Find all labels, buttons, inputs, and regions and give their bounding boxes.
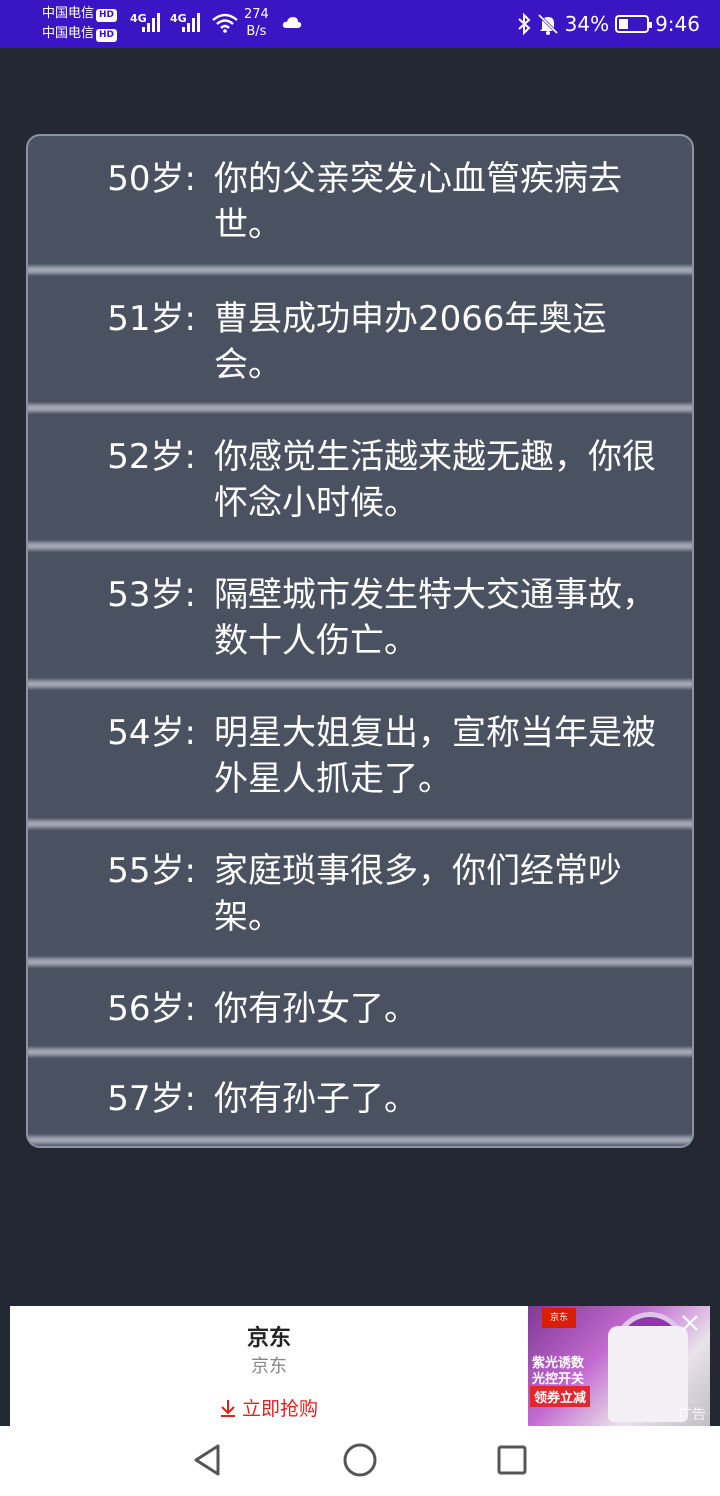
- carrier-secondary-label: 中国电信: [42, 26, 95, 41]
- ad-label: 广告: [678, 1407, 706, 1423]
- event-text: 家庭琐事很多，你们经常吵架。: [214, 851, 622, 937]
- ad-title: 京东: [246, 1326, 291, 1351]
- list-item: 55岁: 家庭琐事很多，你们经常吵架。: [28, 848, 692, 940]
- lamp-product: [608, 1326, 688, 1422]
- signal-icon: [182, 12, 204, 32]
- divider: [28, 818, 692, 830]
- divider: [28, 402, 692, 414]
- back-icon[interactable]: [188, 1442, 228, 1478]
- network-speed-value: 274: [244, 7, 269, 22]
- event-age: 57岁:: [107, 1079, 196, 1119]
- hd-badge: HD: [96, 9, 118, 22]
- jd-logo: 京东: [542, 1308, 576, 1328]
- signal-icon: [142, 12, 164, 32]
- ad-banner[interactable]: 京东 京东 立即抢购 京东 紫光诱数 光控开关 领券立减 广告: [10, 1306, 710, 1426]
- event-text: 你的父亲突发心血管疾病去世。: [214, 159, 622, 245]
- close-icon: [682, 1315, 698, 1331]
- bell-off-icon: [537, 13, 558, 35]
- event-age: 50岁:: [107, 159, 196, 199]
- status-right: 34% 9:46: [517, 12, 700, 36]
- ad-close-button[interactable]: [678, 1314, 702, 1338]
- ad-buy-label: 立即抢购: [242, 1398, 319, 1420]
- carrier-secondary: 中国电信 HD: [42, 26, 118, 42]
- list-item: 52岁: 你感觉生活越来越无趣，你很怀念小时候。: [28, 434, 692, 526]
- event-text: 明星大姐复出，宣称当年是被外星人抓走了。: [214, 713, 656, 799]
- list-item: 50岁: 你的父亲突发心血管疾病去世。: [28, 156, 692, 248]
- divider: [28, 1134, 692, 1146]
- list-item: 56岁: 你有孙女了。: [28, 986, 692, 1032]
- event-age: 52岁:: [107, 437, 196, 477]
- divider: [28, 540, 692, 552]
- home-icon[interactable]: [340, 1442, 380, 1478]
- event-age: 51岁:: [107, 299, 196, 339]
- navigation-bar: [0, 1426, 720, 1496]
- event-text: 曹县成功申办2066年奥运会。: [214, 299, 607, 385]
- carrier-primary-label: 中国电信: [42, 6, 95, 21]
- life-events-list[interactable]: 50岁: 你的父亲突发心血管疾病去世。 51岁: 曹县成功申办2066年奥运会。…: [26, 134, 694, 1148]
- wifi-icon: [212, 13, 238, 33]
- event-text: 你有孙子了。: [214, 1079, 418, 1119]
- divider: [28, 678, 692, 690]
- list-item: 51岁: 曹县成功申办2066年奥运会。: [28, 296, 692, 388]
- network-speed-unit: B/s: [246, 24, 267, 39]
- recents-icon[interactable]: [492, 1442, 532, 1478]
- ad-image-text-2: 光控开关: [532, 1372, 585, 1387]
- network-speed: 274 B/s: [244, 6, 269, 40]
- event-age: 53岁:: [107, 575, 196, 615]
- ad-subtitle: 京东: [251, 1356, 287, 1377]
- ad-coupon-badge: 领券立减: [530, 1386, 591, 1407]
- download-arrow-icon: [220, 1400, 235, 1417]
- battery-icon: [615, 15, 653, 33]
- carrier-primary: 中国电信 HD: [42, 6, 118, 22]
- divider: [28, 264, 692, 276]
- event-age: 56岁:: [107, 989, 196, 1029]
- cloud-icon: [282, 17, 302, 28]
- list-item: 57岁: 你有孙子了。: [28, 1076, 692, 1122]
- divider: [28, 956, 692, 968]
- list-item: 54岁: 明星大姐复出，宣称当年是被外星人抓走了。: [28, 710, 692, 802]
- divider: [28, 1046, 692, 1058]
- event-age: 54岁:: [107, 713, 196, 753]
- status-bar: 中国电信 HD 中国电信 HD 4G 4G 274 B/s 34% 9:46: [0, 0, 720, 48]
- ad-buy-button[interactable]: 立即抢购: [10, 1394, 528, 1421]
- battery-percent: 34%: [564, 12, 610, 36]
- event-text: 你感觉生活越来越无趣，你很怀念小时候。: [214, 437, 656, 523]
- clock: 9:46: [655, 12, 700, 36]
- hd-badge: HD: [96, 29, 118, 42]
- event-text: 隔壁城市发生特大交通事故，数十人伤亡。: [214, 575, 656, 661]
- list-item: 53岁: 隔壁城市发生特大交通事故，数十人伤亡。: [28, 572, 692, 664]
- bluetooth-icon: [517, 13, 531, 35]
- event-text: 你有孙女了。: [214, 989, 418, 1029]
- event-age: 55岁:: [107, 851, 196, 891]
- battery-level: [619, 19, 628, 29]
